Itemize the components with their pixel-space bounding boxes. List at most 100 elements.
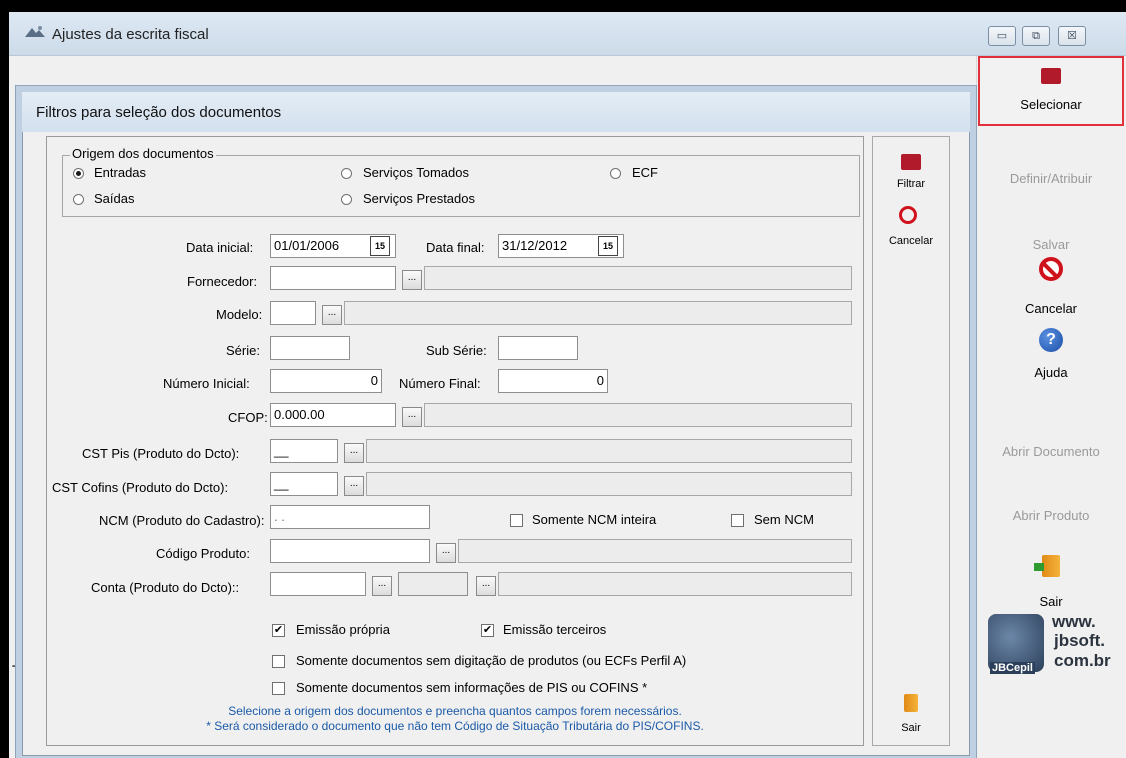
cst-cofins-field[interactable]: __ — [270, 472, 338, 496]
cancelar-dialog-button[interactable]: Cancelar — [872, 235, 950, 247]
abrir-produto-button[interactable]: Abrir Produto — [976, 508, 1126, 523]
cst-pis-label: CST Pis (Produto do Dcto): — [82, 446, 240, 461]
maximize-button[interactable]: ⧉ — [1022, 26, 1050, 46]
modelo-label: Modelo: — [216, 307, 263, 322]
radio-servicos-prestados-label[interactable]: Serviços Prestados — [363, 191, 475, 206]
sem-ncm-checkbox[interactable] — [731, 514, 744, 527]
dialog-side-toolbar — [872, 136, 950, 746]
ncm-field[interactable]: . . — [270, 505, 430, 529]
sub-serie-field[interactable] — [498, 336, 578, 360]
somente-ncm-checkbox[interactable] — [510, 514, 523, 527]
minimize-button[interactable]: ▭ — [988, 26, 1016, 46]
calendar-icon-final[interactable]: 15 — [598, 236, 618, 256]
cst-cofins-lookup-button[interactable]: ... — [344, 476, 364, 496]
emissao-terceiros-checkbox[interactable]: ✔ — [481, 624, 494, 637]
emissao-propria-checkbox[interactable]: ✔ — [272, 624, 285, 637]
radio-servicos-tomados-label[interactable]: Serviços Tomados — [363, 165, 469, 180]
filter-icon — [901, 154, 921, 170]
codigo-produto-description — [458, 539, 852, 563]
numero-inicial-label: Número Inicial: — [163, 376, 250, 391]
data-final-label: Data final: — [426, 240, 485, 255]
sem-pis-cofins-label[interactable]: Somente documentos sem informações de PI… — [296, 680, 647, 695]
exit-arrow-icon — [1034, 563, 1044, 571]
numero-inicial-field[interactable]: 0 — [270, 369, 382, 393]
logo-jbsoft: jbsoft. — [1054, 631, 1105, 650]
conta-description — [498, 572, 852, 596]
emissao-propria-label[interactable]: Emissão própria — [296, 622, 390, 637]
select-icon — [1041, 68, 1061, 84]
cst-pis-description — [366, 439, 852, 463]
fornecedor-field[interactable] — [270, 266, 396, 290]
cst-pis-lookup-button[interactable]: ... — [344, 443, 364, 463]
radio-entradas-label[interactable]: Entradas — [94, 165, 146, 180]
exit-door-icon — [1042, 555, 1060, 577]
abrir-documento-button[interactable]: Abrir Documento — [976, 444, 1126, 459]
codigo-produto-lookup-button[interactable]: ... — [436, 543, 456, 563]
emissao-terceiros-label[interactable]: Emissão terceiros — [503, 622, 606, 637]
radio-saidas[interactable] — [73, 194, 84, 205]
origem-legend: Origem dos documentos — [70, 146, 216, 161]
sair-dialog-button[interactable]: Sair — [872, 722, 950, 734]
close-button[interactable]: ☒ — [1058, 26, 1086, 46]
logo-www: www. — [1052, 612, 1096, 631]
radio-servicos-tomados[interactable] — [341, 168, 352, 179]
conta-label: Conta (Produto do Dcto):: — [91, 580, 240, 595]
modelo-lookup-button[interactable]: ... — [322, 305, 342, 325]
codigo-produto-field[interactable] — [270, 539, 430, 563]
cancel-dialog-icon — [899, 206, 917, 224]
cfop-label: CFOP: — [228, 410, 268, 425]
conta-secondary-field[interactable] — [398, 572, 468, 596]
definir-atribuir-button[interactable]: Definir/Atribuir — [976, 171, 1126, 186]
footnote: * Será considerado o documento que não t… — [206, 719, 704, 733]
radio-ecf-label[interactable]: ECF — [632, 165, 658, 180]
cancel-icon — [1039, 257, 1063, 281]
radio-saidas-label[interactable]: Saídas — [94, 191, 134, 206]
top-black-border — [0, 0, 1126, 12]
filtrar-button[interactable]: Filtrar — [872, 178, 950, 190]
instruction-note: Selecione a origem dos documentos e pree… — [228, 704, 682, 718]
conta-secondary-lookup-button[interactable]: ... — [476, 576, 496, 596]
fornecedor-label: Fornecedor: — [187, 274, 258, 289]
left-black-border — [0, 12, 9, 758]
fornecedor-lookup-button[interactable]: ... — [402, 270, 422, 290]
codigo-produto-label: Código Produto: — [156, 546, 250, 561]
exit-dialog-icon — [904, 694, 918, 712]
modelo-description — [344, 301, 852, 325]
somente-ncm-label[interactable]: Somente NCM inteira — [532, 512, 656, 527]
sair-button[interactable]: Sair — [976, 594, 1126, 609]
radio-ecf[interactable] — [610, 168, 621, 179]
cfop-description — [424, 403, 852, 427]
cancelar-button[interactable]: Cancelar — [976, 301, 1126, 316]
sem-digitacao-label[interactable]: Somente documentos sem digitação de prod… — [296, 653, 686, 668]
data-inicial-label: Data inicial: — [186, 240, 254, 255]
help-icon: ? — [1039, 328, 1063, 352]
selecionar-button[interactable] — [978, 56, 1124, 126]
calendar-icon-inicial[interactable]: 15 — [370, 236, 390, 256]
cst-cofins-label: CST Cofins (Produto do Dcto): — [52, 480, 229, 495]
dialog-title: Filtros para seleção dos documentos — [36, 104, 282, 121]
salvar-button[interactable]: Salvar — [976, 237, 1126, 252]
window-title: Ajustes da escrita fiscal — [52, 26, 209, 43]
serie-field[interactable] — [270, 336, 350, 360]
conta-lookup-button[interactable]: ... — [372, 576, 392, 596]
cfop-field[interactable]: 0.000.00 — [270, 403, 396, 427]
radio-servicos-prestados[interactable] — [341, 194, 352, 205]
logo-brand: JBCepil — [990, 662, 1035, 674]
cst-cofins-description — [366, 472, 852, 496]
serie-label: Série: — [226, 343, 260, 358]
numero-final-field[interactable]: 0 — [498, 369, 608, 393]
sem-pis-cofins-checkbox[interactable] — [272, 682, 285, 695]
app-icon — [25, 26, 45, 37]
modelo-field[interactable] — [270, 301, 316, 325]
cfop-lookup-button[interactable]: ... — [402, 407, 422, 427]
ajuda-button[interactable]: Ajuda — [976, 365, 1126, 380]
selecionar-label: Selecionar — [1020, 97, 1082, 112]
conta-field[interactable] — [270, 572, 366, 596]
ncm-label: NCM (Produto do Cadastro): — [99, 513, 265, 528]
sem-ncm-label[interactable]: Sem NCM — [754, 512, 814, 527]
cst-pis-field[interactable]: __ — [270, 439, 338, 463]
sub-serie-label: Sub Série: — [426, 343, 487, 358]
sem-digitacao-checkbox[interactable] — [272, 655, 285, 668]
fornecedor-description — [424, 266, 852, 290]
radio-entradas[interactable] — [73, 168, 84, 179]
